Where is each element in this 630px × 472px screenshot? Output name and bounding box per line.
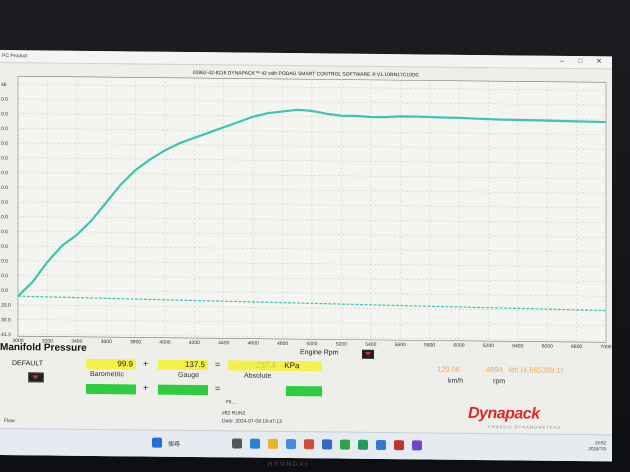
y-tick-label: 0.0 [1, 258, 8, 264]
monitor-brand: HYUNDAI [268, 462, 310, 468]
x-tick-label: 4000 [159, 340, 170, 346]
x-tick-label: 4400 [218, 340, 229, 346]
x-axis-title: Engine Rpm [300, 349, 339, 357]
y-tick-label: 20.0 [1, 303, 11, 309]
dynapack-logo: Dynapack [468, 404, 540, 423]
x-axis-dropdown-button[interactable] [362, 349, 374, 359]
rpm-gear-info: 4th (4.665399:1) [508, 365, 564, 375]
y-tick-label: 0.0 [1, 156, 8, 162]
rpm-unit: rpm [493, 378, 506, 386]
taskbar-flow-item[interactable]: Flow [4, 418, 15, 424]
speed-value: 120.06 [437, 364, 460, 374]
x-tick-label: 4600 [248, 341, 259, 347]
store-icon[interactable] [286, 438, 296, 450]
gauge-alt-box [158, 384, 208, 396]
dynapack-logo-sub: CHASSIS DYNAMOMETERS [488, 424, 561, 430]
y-tick-label: 0.0 [1, 244, 8, 250]
y-tick-label: 46 [1, 82, 7, 88]
x-tick-label: 3800 [130, 339, 141, 345]
y-tick-label: 0.0 [1, 288, 8, 294]
run-date: Date: 2024-07-09 18:47:13 [222, 418, 282, 425]
y-tick-label: 0.0 [1, 97, 8, 103]
run-flt: Flt... [226, 399, 236, 406]
y-tick-label: 0.0 [1, 200, 8, 206]
y-tick-label: 0.0 [1, 273, 8, 279]
x-tick-label: 4200 [189, 340, 200, 346]
line-icon[interactable] [358, 439, 368, 450]
barometric-value: 99.9 [86, 358, 136, 370]
section-title: Manifold Pressure [0, 342, 87, 354]
task-view-icon[interactable] [232, 438, 242, 449]
y-tick-label: 41.3 [1, 332, 11, 338]
y-tick-label: 30.0 [1, 317, 11, 323]
x-tick-label: 5400 [365, 342, 376, 348]
app-green-icon[interactable] [340, 439, 350, 450]
y-tick-label: 0.0 [1, 170, 8, 176]
x-tick-label: 5800 [424, 342, 435, 348]
dyno-app-screen: PC Product – □ ✕ 01862-42-8116 DYNAPACK™… [0, 50, 612, 462]
run-id: #82 RUN2 [222, 410, 246, 417]
x-tick-label: 5200 [336, 342, 347, 348]
y-tick-label: 0.0 [1, 126, 8, 132]
y-tick-label: 0.0 [1, 111, 8, 117]
taskbar-clock[interactable]: 18:52 2024/7/9 [588, 440, 606, 452]
dynapack-app-icon[interactable] [394, 440, 404, 451]
office-icon[interactable] [304, 439, 314, 450]
plus-sign-2: + [143, 382, 149, 393]
x-tick-label: 3600 [101, 339, 112, 345]
app-blue-icon[interactable] [376, 439, 386, 451]
absolute-box: 237.4 KPa [228, 360, 322, 372]
manifold-pressure-chart: 3000 3200 3400 3600 3800 4000 4200 4400 4600 4800… [1, 75, 612, 349]
x-tick-label: 6200 [483, 343, 494, 348]
mail-icon[interactable] [322, 439, 332, 450]
windows-start-icon[interactable] [152, 437, 162, 448]
x-tick-label: 6600 [542, 344, 553, 349]
x-tick-label: 6000 [453, 343, 464, 349]
speed-unit: km/h [448, 377, 464, 385]
y-tick-label: 0.0 [1, 214, 8, 220]
taskbar-search[interactable]: 搜尋 [168, 439, 180, 448]
y-tick-label: 0.0 [1, 141, 8, 147]
barometric-alt-box [86, 383, 136, 395]
gauge-label: Gauge [178, 371, 200, 380]
plus-sign: + [143, 358, 149, 369]
absolute-unit: KPa [284, 360, 300, 371]
absolute-label: Absolute [244, 372, 272, 380]
equals-sign-2: = [215, 383, 221, 394]
file-explorer-icon[interactable] [268, 438, 278, 449]
barometric-label: Barometric [90, 370, 124, 379]
y-tick-label: 0.0 [1, 185, 8, 191]
x-tick-label: 5600 [395, 342, 406, 348]
y-tick-label: 0.0 [1, 229, 8, 235]
window-app-label: PC Product [2, 53, 28, 60]
x-tick-label: 5000 [306, 341, 317, 347]
gauge-value: 137.5 [158, 359, 208, 371]
default-dropdown-button[interactable] [28, 372, 44, 383]
window-controls[interactable]: – □ ✕ [560, 57, 608, 66]
x-tick-label: 4800 [277, 341, 288, 347]
x-tick-label: 6800 [571, 344, 582, 348]
absolute-alt-box [286, 385, 322, 397]
clock-date: 2024/7/9 [588, 446, 606, 452]
absolute-value: 237.4 [256, 360, 277, 370]
equals-sign: = [215, 359, 221, 370]
x-tick-label: 7000 [600, 344, 611, 348]
default-label: DEFAULT [12, 360, 43, 368]
x-tick-label: 6400 [512, 343, 523, 348]
app-purple-icon[interactable] [412, 440, 422, 451]
rpm-value: 4894 [486, 365, 503, 375]
edge-icon[interactable] [250, 438, 260, 449]
